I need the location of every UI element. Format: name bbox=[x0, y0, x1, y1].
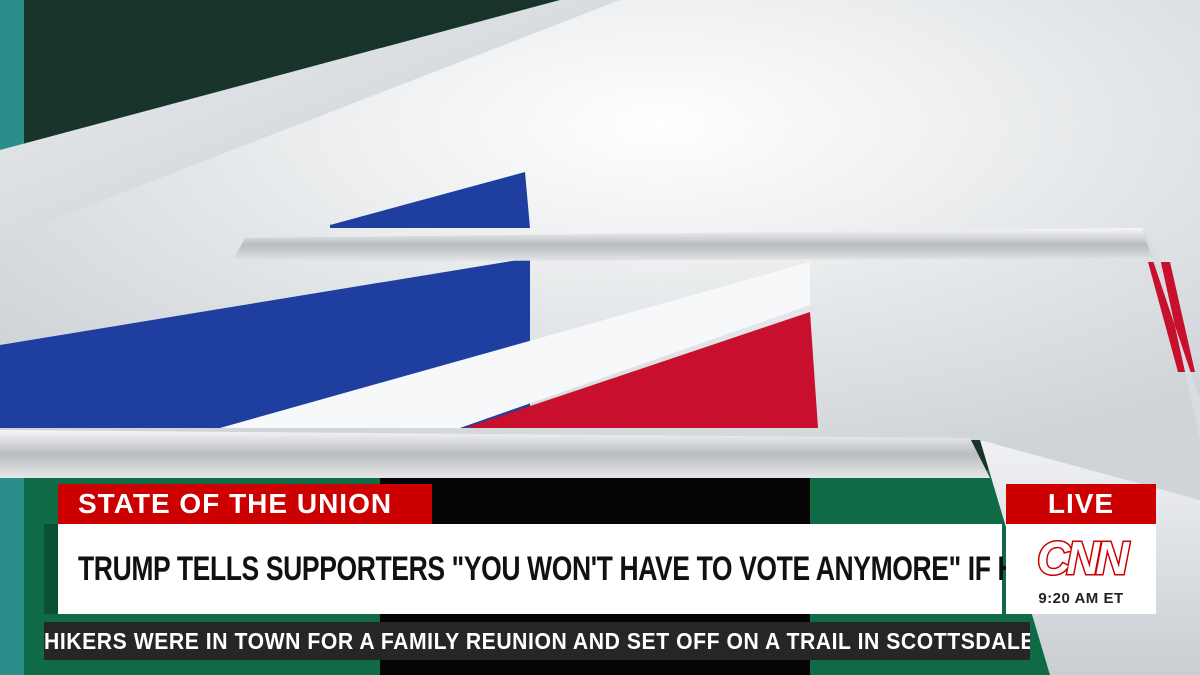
live-badge: LIVE bbox=[1006, 484, 1156, 524]
news-ticker: HIKERS WERE IN TOWN FOR A FAMILY REUNION… bbox=[44, 622, 1030, 660]
svg-text:CNN: CNN bbox=[1037, 532, 1129, 584]
network-logo-box: CNN 9:20 AM ET bbox=[1006, 524, 1156, 614]
cnn-logo: CNN bbox=[1036, 531, 1135, 586]
ticker-text: HIKERS WERE IN TOWN FOR A FAMILY REUNION… bbox=[44, 628, 1030, 654]
program-title-tab: STATE OF THE UNION bbox=[58, 484, 432, 524]
metal-bar-lower bbox=[0, 430, 990, 478]
headline-left-accent bbox=[44, 524, 58, 614]
clock-time: 9:20 AM ET bbox=[1038, 590, 1124, 607]
headline-text: TRUMP TELLS SUPPORTERS "YOU WON'T HAVE T… bbox=[78, 549, 1109, 588]
video-frame: STATE OF THE UNION TRUMP TELLS SUPPORTER… bbox=[0, 0, 1200, 675]
headline-banner: TRUMP TELLS SUPPORTERS "YOU WON'T HAVE T… bbox=[58, 524, 1109, 614]
